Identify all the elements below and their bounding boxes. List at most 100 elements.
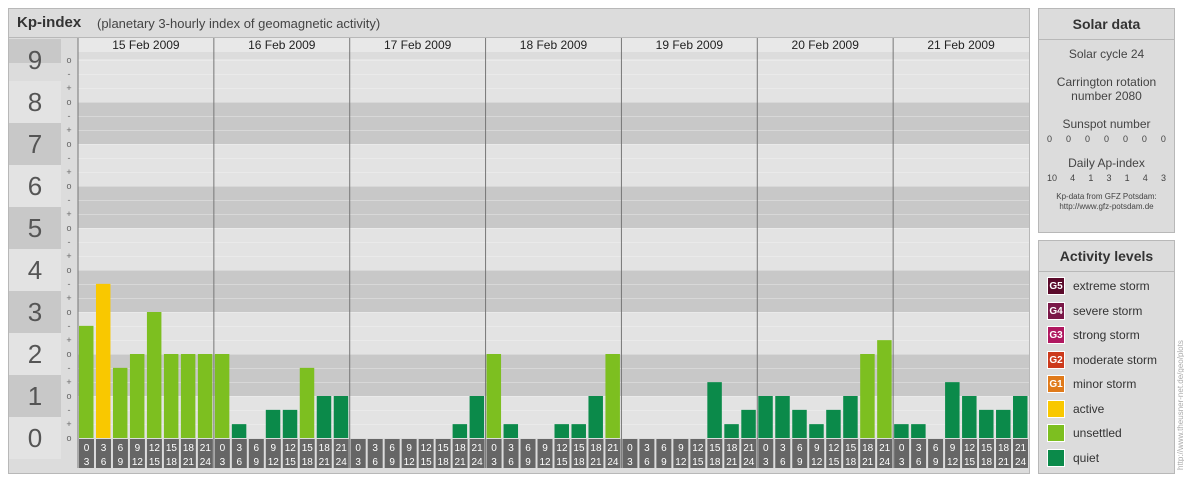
interval-start-label: 21 [1015, 443, 1027, 454]
interval-start-label: 6 [389, 443, 395, 454]
activity-level-label: minor storm [1073, 377, 1137, 391]
interval-start-label: 21 [879, 443, 891, 454]
interval-end-label: 9 [525, 457, 531, 468]
y-tick-label: 6 [28, 171, 42, 201]
interval-end-label: 6 [372, 457, 378, 468]
solar-cycle: Solar cycle 24 [1068, 47, 1145, 61]
activity-level-swatch [1047, 448, 1065, 467]
interval-end-label: 24 [1015, 457, 1027, 468]
day-label: 16 Feb 2009 [248, 38, 316, 52]
ap-value: 1 [1124, 173, 1130, 183]
minor-tick-label: - [68, 363, 71, 373]
kp-bar [1013, 396, 1028, 438]
interval-end-label: 3 [355, 457, 361, 468]
activity-level-label: active [1073, 401, 1105, 416]
kp-bar [452, 424, 468, 438]
interval-end-label: 24 [472, 457, 484, 468]
interval-start-label: 15 [166, 443, 178, 454]
activity-level-item: active [1047, 399, 1105, 418]
interval-end-label: 15 [285, 457, 297, 468]
minor-tick-label: o [66, 223, 71, 233]
kp-bar [741, 409, 756, 438]
interval-start-label: 6 [933, 443, 939, 454]
interval-start-label: 9 [271, 443, 277, 454]
sunspot-value: 0 [1103, 134, 1109, 144]
kp-bar [146, 312, 162, 438]
minor-tick-label: + [66, 125, 71, 135]
grid-band [78, 130, 1029, 144]
kp-bar [265, 409, 281, 438]
y-tick-label: 1 [28, 381, 42, 411]
interval-start-label: 21 [200, 443, 212, 454]
interval-end-label: 24 [200, 457, 212, 468]
interval-end-label: 21 [726, 457, 738, 468]
kp-bar [163, 354, 179, 438]
interval-start-label: 12 [828, 443, 840, 454]
kp-bar [214, 354, 230, 438]
sunspot-values: 0 0 0 0 0 0 0 [1039, 134, 1174, 144]
kp-bar [316, 396, 332, 438]
grid-band [78, 116, 1029, 130]
minor-tick-label: - [68, 279, 71, 289]
interval-end-label: 12 [132, 457, 144, 468]
minor-tick-label: o [66, 97, 71, 107]
grid-band [78, 102, 1029, 116]
interval-end-label: 12 [811, 457, 823, 468]
grid-band [78, 186, 1029, 200]
activity-level-swatch: G5 [1047, 277, 1065, 295]
activity-level-item: G2 moderate storm [1047, 350, 1157, 369]
ap-value: 10 [1047, 173, 1058, 183]
minor-tick-label: o [66, 181, 71, 191]
kp-bar [945, 382, 960, 438]
interval-end-label: 9 [797, 457, 803, 468]
interval-end-label: 24 [879, 457, 891, 468]
kp-bar [503, 424, 519, 438]
ap-value: 3 [1106, 173, 1112, 183]
interval-start-label: 6 [254, 443, 260, 454]
interval-end-label: 15 [421, 457, 433, 468]
minor-tick-label: + [66, 167, 71, 177]
y-tick-label: 2 [28, 339, 42, 369]
kp-bar [333, 396, 349, 438]
interval-end-label: 6 [237, 457, 243, 468]
interval-end-label: 18 [302, 457, 314, 468]
interval-start-label: 12 [285, 443, 297, 454]
kp-bar [860, 354, 875, 438]
day-label: 21 Feb 2009 [927, 38, 995, 52]
day-label: 15 Feb 2009 [112, 38, 180, 52]
interval-end-label: 21 [590, 457, 602, 468]
credit-link[interactable]: http://www.gfz-potsdam.de [1039, 202, 1174, 212]
interval-end-label: 15 [692, 457, 704, 468]
grid-band [78, 200, 1029, 214]
minor-tick-label: + [66, 209, 71, 219]
kp-bar [469, 396, 485, 438]
interval-start-label: 0 [84, 443, 90, 454]
minor-tick-label: o [66, 349, 71, 359]
minor-tick-label: - [68, 321, 71, 331]
interval-end-label: 12 [268, 457, 280, 468]
activity-level-label: unsettled [1073, 426, 1122, 440]
grid-band [78, 60, 1029, 74]
interval-start-label: 6 [661, 443, 667, 454]
activity-level-swatch: G4 [1047, 301, 1065, 320]
minor-tick-label: - [68, 69, 71, 79]
kp-bar [894, 424, 909, 438]
kp-bar [843, 396, 858, 438]
day-label: 20 Feb 2009 [792, 38, 860, 52]
kp-bar [775, 396, 790, 438]
interval-end-label: 15 [149, 457, 161, 468]
activity-level-item: unsettled [1047, 424, 1122, 442]
interval-end-label: 6 [780, 457, 786, 468]
activity-level-swatch: G1 [1047, 375, 1065, 393]
interval-start-label: 0 [491, 443, 497, 454]
interval-end-label: 18 [981, 457, 993, 468]
interval-end-label: 21 [319, 457, 331, 468]
ap-index-title: Daily Ap-index [1068, 156, 1145, 170]
interval-start-label: 12 [692, 443, 704, 454]
interval-end-label: 6 [101, 457, 107, 468]
minor-tick-label: o [66, 433, 71, 443]
solar-data-title: Solar data [1039, 9, 1174, 40]
grid-band [78, 312, 1029, 326]
activity-level-swatch: G3 [1047, 326, 1065, 344]
activity-level-item: G4 severe storm [1047, 301, 1142, 320]
